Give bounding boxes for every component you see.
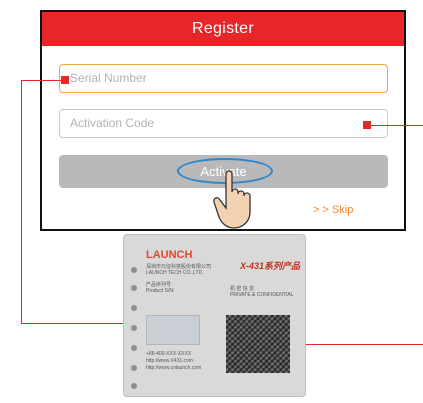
serial-connector	[21, 80, 22, 324]
card-hole	[131, 285, 137, 291]
confidential-cn: 机 密 信 息	[230, 286, 255, 292]
serial-number-label	[146, 315, 200, 345]
activation-connector	[367, 125, 423, 126]
product-line2: Product S/N:	[146, 288, 175, 294]
serial-connector	[21, 80, 65, 81]
card-hole	[131, 383, 137, 389]
card-hole	[131, 305, 137, 311]
activation-code-input[interactable]: Activation Code	[59, 109, 388, 138]
card-url2: http://www.cnlaunch.com	[146, 365, 202, 371]
confidential-en: PRIVATE & CONFIDENTIAL	[230, 292, 294, 298]
card-hole	[131, 365, 137, 371]
company-cn: 深圳市元征科技股份有限公司	[146, 264, 212, 270]
product-line1: 产品序列号	[146, 282, 172, 288]
registration-card: LAUNCH 深圳市元征科技股份有限公司 LAUNCH TECH CO.,LTD…	[123, 234, 306, 397]
launch-logo: LAUNCH	[146, 249, 193, 261]
card-phone: +86-400-XXX-XXXX	[146, 351, 192, 357]
card-hole	[131, 345, 137, 351]
skip-link[interactable]: > > Skip	[313, 204, 353, 216]
activation-code-area	[226, 315, 290, 373]
tap-hand-icon	[213, 170, 251, 229]
activation-connector	[288, 344, 423, 345]
company-en: LAUNCH TECH CO.,LTD.	[146, 270, 204, 276]
serial-number-input[interactable]: Serial Number	[59, 64, 388, 93]
card-brand: X-431系列产品	[240, 261, 301, 271]
card-url1: http://www.X431.com	[146, 358, 193, 364]
card-hole	[131, 267, 137, 273]
dialog-title: Register	[42, 12, 404, 46]
card-hole	[131, 325, 137, 331]
